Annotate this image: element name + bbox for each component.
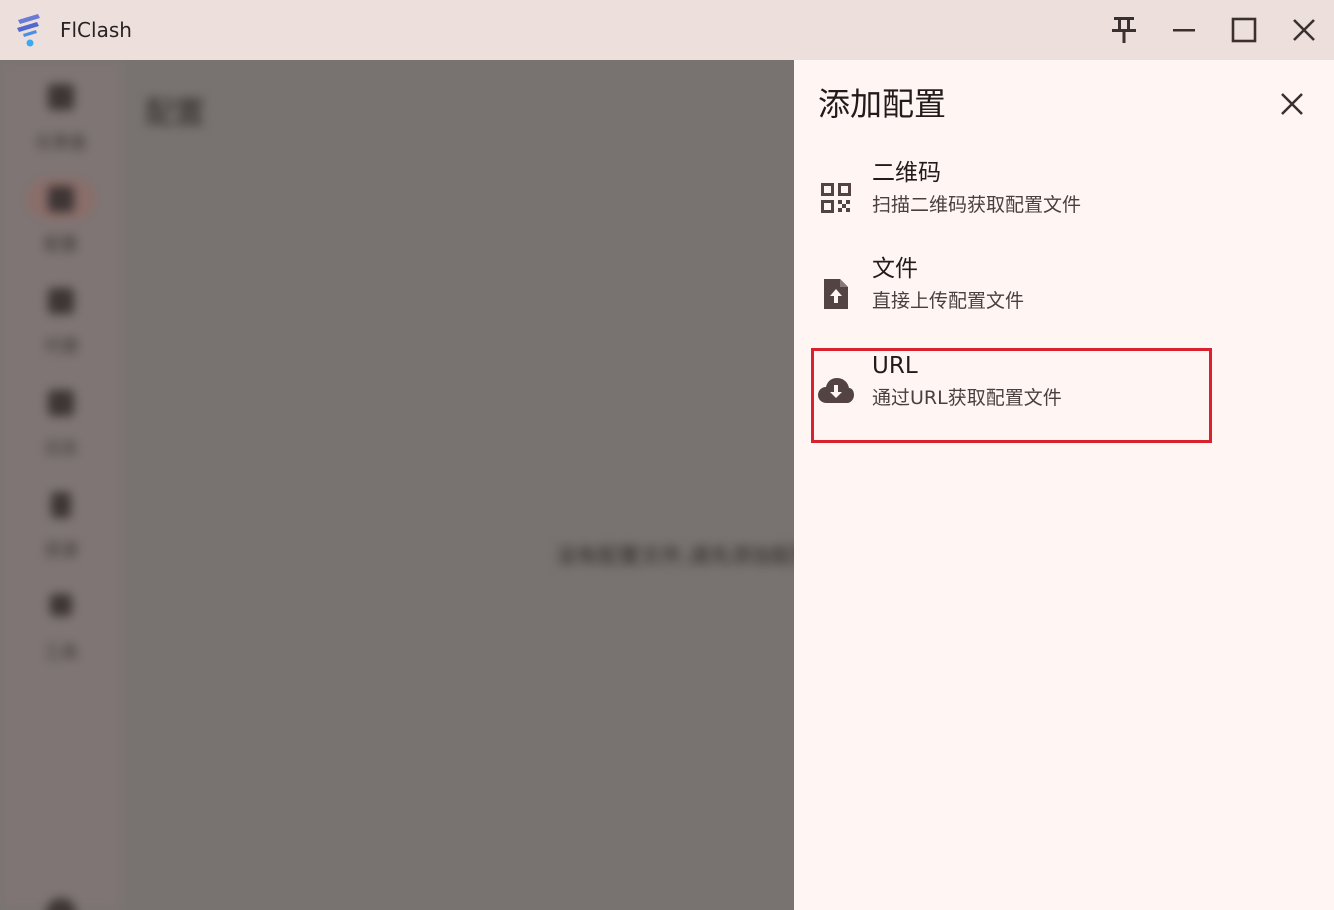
log-icon: [48, 390, 74, 416]
option-qr-code[interactable]: 二维码 扫描二维码获取配置文件: [810, 152, 1210, 244]
window-close-button[interactable]: [1284, 10, 1324, 50]
nav-label: 仪表盘: [35, 133, 87, 153]
tools-icon: [50, 594, 72, 616]
title-bar[interactable]: FlClash: [0, 0, 1334, 60]
nav-label: 日志: [44, 439, 78, 459]
option-url[interactable]: URL 通过URL获取配置文件: [810, 345, 1210, 437]
option-file[interactable]: 文件 直接上传配置文件: [810, 248, 1210, 340]
empty-state-message: 没有配置文件,请先添加配置文件: [556, 544, 794, 568]
app-window: FlClash 仪表盘 配置 代理 日志 资源 工具 配置 没有配置文件,请先添…: [0, 0, 1334, 910]
sheet-title: 添加配置: [818, 85, 947, 123]
option-subtitle: 直接上传配置文件: [872, 290, 1025, 312]
nav-label: 资源: [44, 541, 78, 561]
option-subtitle: 通过URL获取配置文件: [872, 387, 1062, 409]
maximize-button[interactable]: [1224, 10, 1264, 50]
nav-label: 工具: [44, 643, 78, 663]
file-upload-icon: [816, 274, 856, 314]
close-icon: [1281, 93, 1303, 115]
modal-scrim[interactable]: 仪表盘 配置 代理 日志 资源 工具 配置 没有配置文件,请先添加配: [0, 60, 794, 910]
maximize-icon: [1231, 17, 1257, 43]
navigation-rail: 仪表盘 配置 代理 日志 资源 工具: [0, 60, 122, 910]
theme-icon: [46, 898, 76, 910]
cloud-download-icon: [816, 371, 856, 411]
folder-icon: [48, 186, 74, 212]
option-title: 文件: [872, 256, 918, 282]
option-subtitle: 扫描二维码获取配置文件: [872, 194, 1082, 216]
dashboard-icon: [48, 84, 74, 110]
pin-icon: [1112, 17, 1136, 43]
qr-code-icon: [816, 178, 856, 218]
minimize-icon: [1173, 29, 1195, 32]
resource-icon: [51, 492, 71, 518]
pin-button[interactable]: [1104, 10, 1144, 50]
nav-label: 代理: [44, 337, 78, 357]
option-title: URL: [872, 353, 918, 379]
add-profile-sheet: 添加配置 二维码 扫描二维码获取配置文件 文件 直接上传配置文件 URL 通过U…: [794, 60, 1334, 910]
page-title: 配置: [145, 96, 205, 131]
close-icon: [1293, 19, 1315, 41]
app-logo-icon: [17, 14, 40, 47]
option-title: 二维码: [872, 160, 941, 186]
minimize-button[interactable]: [1164, 10, 1204, 50]
nav-label: 配置: [44, 235, 78, 255]
app-title: FlClash: [60, 18, 132, 42]
sheet-close-button[interactable]: [1272, 84, 1312, 124]
proxy-icon: [48, 288, 74, 314]
